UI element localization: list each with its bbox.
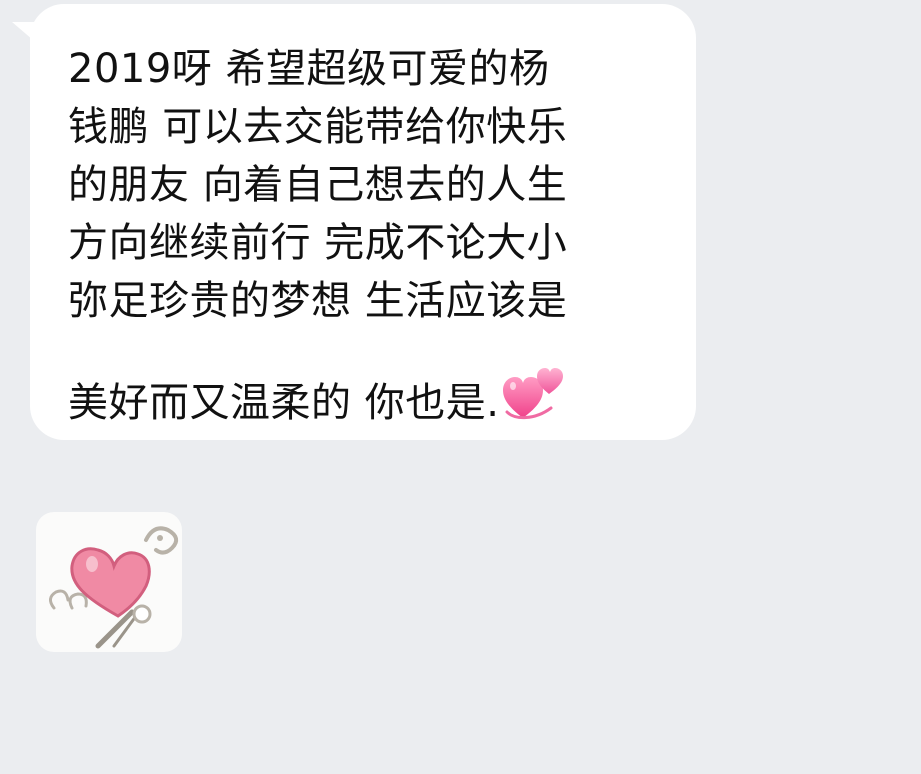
message-last-line: 美好而又温柔的 你也是.	[68, 364, 676, 438]
message-line: 美好而又温柔的 你也是.	[68, 380, 500, 426]
heart-wand-sticker-icon[interactable]	[36, 512, 182, 652]
two-hearts-icon	[501, 364, 567, 438]
message-line: 的朋友 向着自己想去的人生	[68, 162, 568, 208]
message-line: 2019呀 希望超级可爱的杨	[68, 46, 550, 92]
message-line: 弥足珍贵的梦想 生活应该是	[68, 278, 568, 324]
message-bubble[interactable]: 2019呀 希望超级可爱的杨 钱鹏 可以去交能带给你快乐 的朋友 向着自己想去的…	[30, 4, 696, 440]
message-line: 方向继续前行 完成不论大小	[68, 220, 568, 266]
message-line: 钱鹏 可以去交能带给你快乐	[68, 104, 568, 150]
chat-area: 2019呀 希望超级可爱的杨 钱鹏 可以去交能带给你快乐 的朋友 向着自己想去的…	[0, 0, 921, 774]
